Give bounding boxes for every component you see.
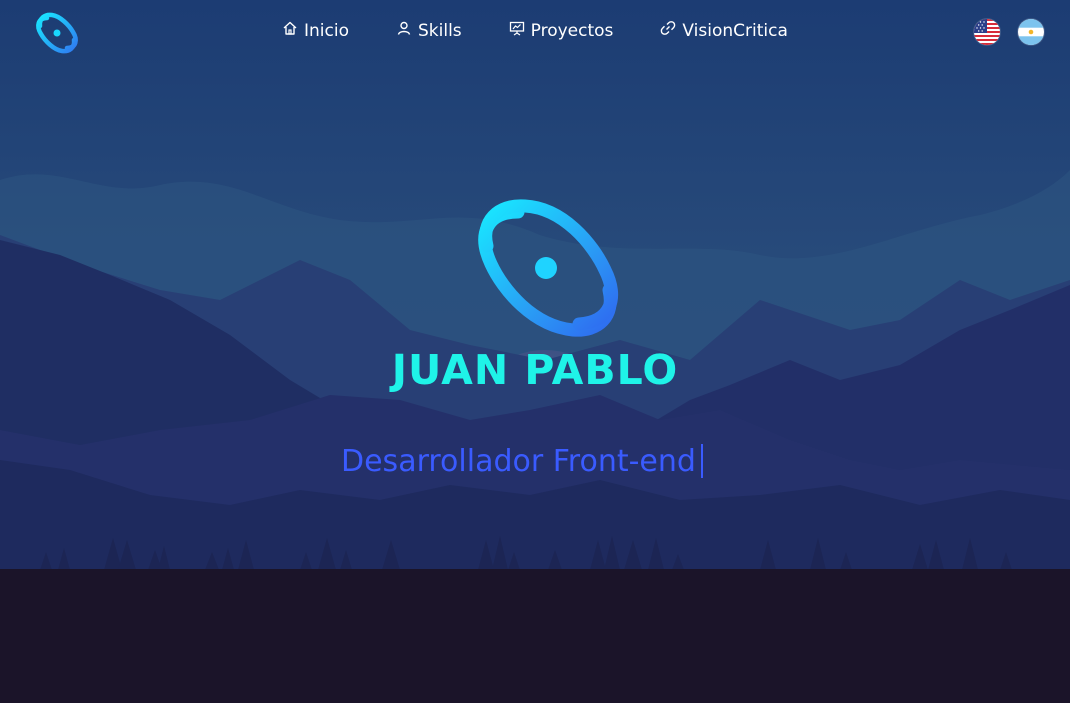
nav-item-visioncritica[interactable]: VisionCritica [660, 18, 788, 44]
link-icon [660, 18, 676, 44]
hero-role-text: Desarrollador Front-end [341, 444, 696, 479]
user-icon [396, 18, 412, 44]
nav-item-label: Skills [417, 21, 462, 41]
nav-item-skills[interactable]: Skills [396, 18, 462, 44]
language-switcher [974, 19, 1044, 45]
argentina-flag-icon[interactable] [1018, 19, 1044, 45]
nav-item-label: Proyectos [530, 21, 614, 41]
us-flag-icon[interactable] [974, 19, 1000, 45]
nav-item-label: VisionCritica [682, 21, 788, 41]
brand-logo-icon[interactable] [28, 8, 86, 58]
nav-item-proyectos[interactable]: Proyectos [509, 18, 614, 44]
nav-item-inicio[interactable]: Inicio [282, 18, 349, 44]
nav-links: Inicio Skills Proyectos VisionCritica [282, 18, 788, 44]
home-icon [282, 18, 298, 44]
typing-cursor [700, 443, 703, 478]
nav-item-label: Inicio [304, 21, 349, 41]
top-navbar: Inicio Skills Proyectos VisionCritica [0, 0, 1070, 62]
hero-name: JUAN PABLO [391, 346, 679, 394]
presentation-icon [509, 18, 525, 44]
hero-logo-icon [473, 198, 623, 338]
hero-role-typewriter: Desarrollador Front-end [341, 442, 703, 482]
